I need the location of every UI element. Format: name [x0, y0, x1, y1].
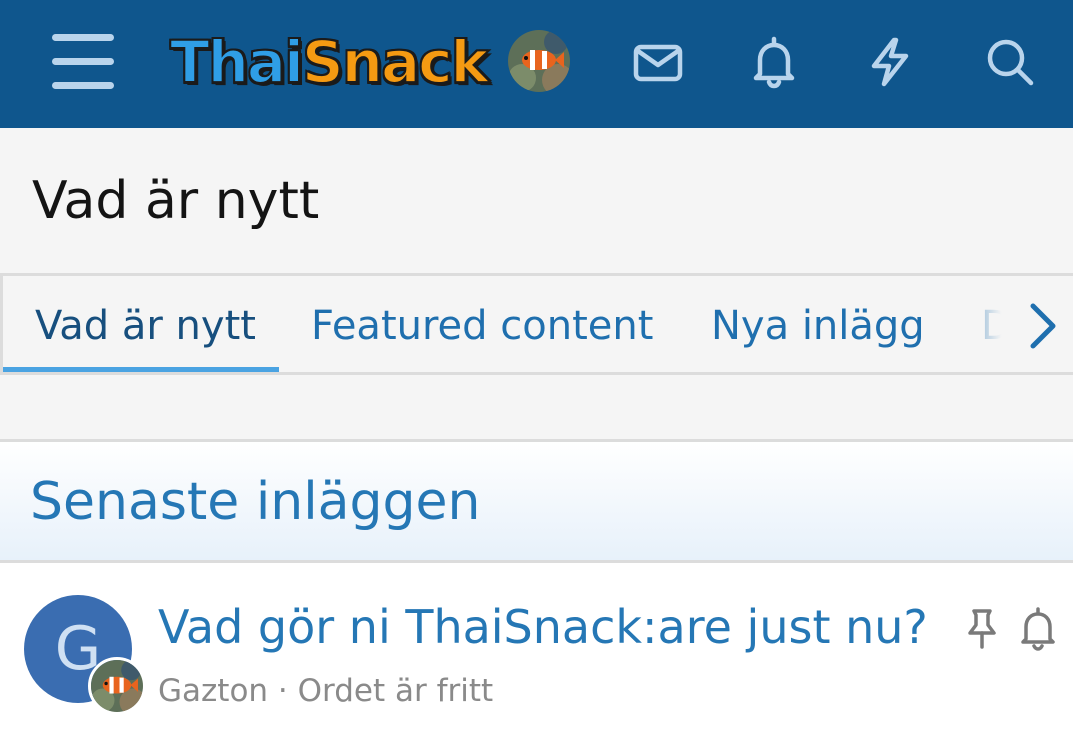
menu-icon-line: [52, 82, 114, 89]
thread-row[interactable]: G Vad gör ni ThaiSnack:are just nu? Gazt…: [0, 563, 1073, 738]
site-logo[interactable]: ThaiSnack: [169, 26, 490, 98]
chevron-right-icon[interactable]: [1019, 300, 1065, 352]
menu-icon-line: [52, 58, 114, 65]
meta-separator: ·: [277, 673, 288, 709]
bell-icon: [1018, 607, 1058, 651]
menu-icon[interactable]: [52, 34, 114, 90]
thread-author-link[interactable]: Gazton: [158, 673, 268, 709]
thread-forum-link[interactable]: Ordet är fritt: [298, 673, 494, 709]
logo-part-snack: Snack: [301, 27, 490, 97]
tab-featured-content[interactable]: Featured content: [311, 298, 653, 354]
menu-icon-line: [52, 34, 114, 41]
bell-icon[interactable]: [746, 34, 802, 90]
clownfish-avatar-image: [508, 30, 570, 92]
clownfish-avatar-image: [91, 660, 143, 712]
last-poster-avatar[interactable]: [88, 657, 146, 715]
tab-nya-inlagg[interactable]: Nya inlägg: [711, 298, 925, 354]
mail-icon[interactable]: [630, 34, 686, 90]
top-navigation-bar: ThaiSnack: [0, 0, 1073, 128]
user-avatar[interactable]: [508, 30, 570, 92]
page-title: Vad är nytt: [32, 171, 320, 231]
thread-title-link[interactable]: Vad gör ni ThaiSnack:are just nu?: [158, 597, 928, 657]
logo-part-thai: Thai: [169, 27, 305, 97]
section-header: Senaste inläggen: [0, 439, 1073, 563]
tab-vad-ar-nytt[interactable]: Vad är nytt: [35, 298, 256, 354]
search-icon[interactable]: [982, 34, 1038, 90]
thread-meta: Gazton · Ordet är fritt: [158, 669, 493, 713]
pin-icon: [962, 607, 1002, 651]
active-tab-indicator: [3, 367, 279, 372]
bolt-icon[interactable]: [862, 34, 918, 90]
tab-bar: Vad är nytt Featured content Nya inlägg …: [0, 273, 1073, 375]
section-title[interactable]: Senaste inläggen: [30, 470, 481, 534]
